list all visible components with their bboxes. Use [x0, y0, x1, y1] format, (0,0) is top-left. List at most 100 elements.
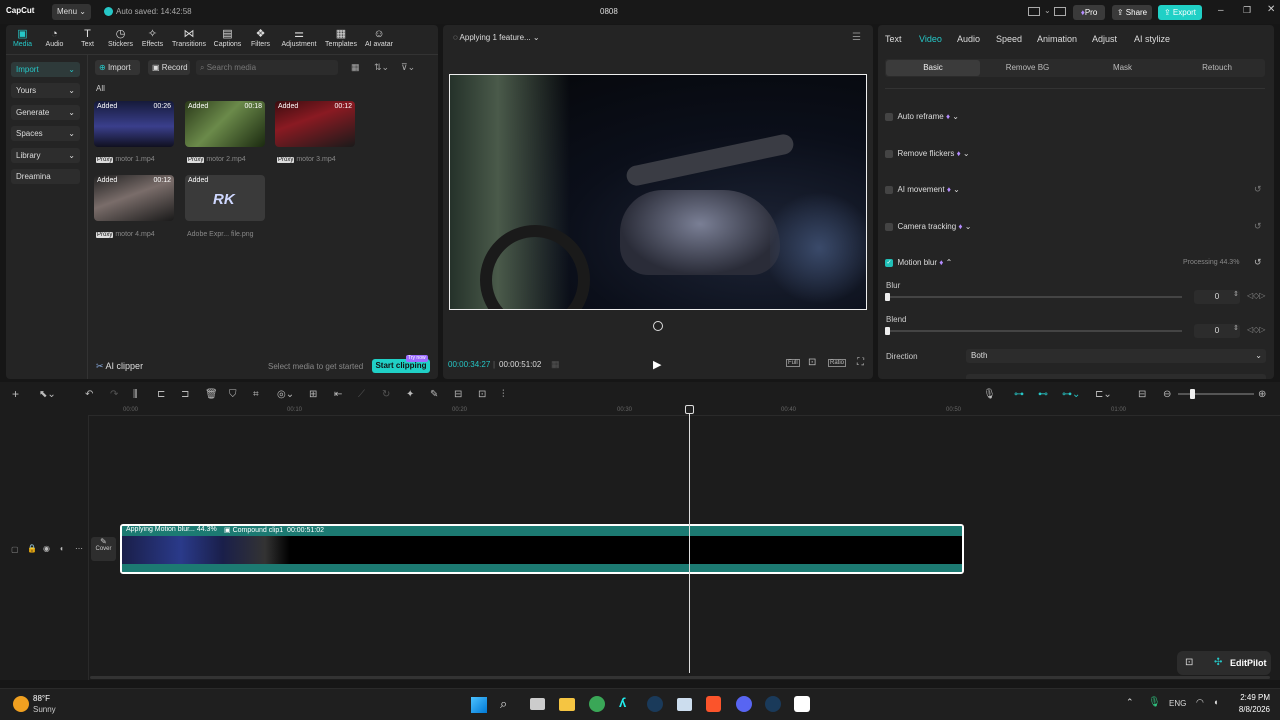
redo-icon[interactable]: ↷ — [110, 389, 118, 400]
windows-start-icon[interactable] — [471, 697, 487, 713]
subtab-remove-bg[interactable]: Remove BG — [980, 60, 1075, 76]
auto-cut-icon[interactable]: ✦ — [406, 389, 414, 400]
rotate-icon[interactable]: ↻ — [382, 389, 390, 400]
reset-icon[interactable]: ↺ — [1254, 184, 1262, 195]
layout-dropdown-icon[interactable]: ⌄ — [1044, 6, 1051, 15]
blur-slider-handle[interactable] — [885, 293, 890, 301]
brave-icon[interactable] — [706, 696, 721, 712]
timeline-scrollbar[interactable] — [90, 676, 1270, 679]
grid-view-icon[interactable]: ▦ — [351, 62, 360, 73]
camera-tracking-checkbox[interactable] — [885, 222, 893, 231]
toolbar-adjustment[interactable]: ⚌ Adjustment — [279, 28, 319, 50]
sidebar-item-dreamina[interactable]: Dreamina — [11, 169, 80, 184]
clock-date[interactable]: 8/8/2026 — [1228, 705, 1270, 714]
track-lock-icon[interactable]: ▢ — [11, 545, 19, 554]
undo-icon[interactable]: ↶ — [85, 389, 93, 400]
keyframe-icon[interactable]: ◁◇▷ — [1247, 291, 1265, 300]
linkage-icon[interactable]: ⊶⌄ — [1062, 389, 1080, 400]
tab-ai-stylize[interactable]: AI stylize — [1134, 34, 1170, 44]
fit-icon[interactable]: ⊟ — [1138, 389, 1146, 400]
preview-axis-icon[interactable]: ⊏⌄ — [1095, 389, 1112, 400]
auto-reframe-checkbox[interactable] — [885, 112, 893, 121]
toolbar-stickers[interactable]: ◷ Stickers — [104, 28, 137, 50]
chrome-icon[interactable] — [589, 696, 605, 712]
player-menu-icon[interactable]: ☰ — [852, 32, 861, 43]
fullscreen-icon[interactable]: ⛶ — [857, 357, 864, 368]
delete-icon[interactable]: 🗑 — [205, 389, 218, 400]
speed-ramp-icon[interactable]: ◎⌄ — [277, 389, 294, 400]
toolbar-ai-avatar[interactable]: ☺ AI avatar — [361, 28, 397, 50]
zoom-in-icon[interactable]: ⊕ — [1258, 389, 1266, 400]
reset-icon[interactable]: ↺ — [1254, 221, 1262, 232]
media-item[interactable]: Added RK — [185, 175, 265, 221]
terminal-icon[interactable]: ʎ — [619, 695, 626, 710]
filter-icon[interactable]: ⊽⌄ — [401, 62, 415, 73]
tab-audio[interactable]: Audio — [957, 34, 980, 44]
blur-stepper-icon[interactable]: ⇕ — [1233, 290, 1239, 298]
lock-icon[interactable]: 🔒 — [27, 544, 37, 553]
media-item[interactable]: Added 00:12 — [275, 101, 355, 147]
discord-icon[interactable] — [736, 696, 752, 712]
media-item[interactable]: Added 00:26 — [94, 101, 174, 147]
toolbar-templates[interactable]: ▦ Templates — [323, 28, 359, 50]
rotate-handle-icon[interactable] — [653, 321, 663, 331]
timecode-grid-icon[interactable]: ▦ — [551, 359, 560, 370]
toolbar-effects[interactable]: ✧ Effects — [136, 28, 169, 50]
weather-icon[interactable] — [13, 696, 29, 712]
menu-button[interactable]: Menu ⌄ — [52, 4, 91, 20]
remove-flickers-row[interactable]: Remove flickers ♦ ⌄ — [885, 149, 970, 158]
minimize-icon[interactable]: – — [1218, 5, 1224, 16]
pro-button[interactable]: ♦Pro — [1073, 5, 1105, 20]
file-explorer-icon[interactable] — [559, 698, 575, 711]
toolbar-media[interactable]: ▣ Media — [6, 28, 39, 50]
steam-icon[interactable] — [647, 696, 663, 712]
video-preview[interactable] — [449, 74, 867, 310]
tab-adjust[interactable]: Adjust — [1092, 34, 1117, 44]
ai-movement-row[interactable]: AI movement ♦ ⌄ — [885, 185, 960, 194]
media-item[interactable]: Added 00:12 — [94, 175, 174, 221]
volume-icon[interactable]: ◖ — [1213, 697, 1218, 707]
language-indicator[interactable]: ENG — [1169, 699, 1186, 708]
reset-icon[interactable]: ↺ — [1254, 257, 1262, 268]
feedback-icon[interactable]: ⊡ — [1185, 657, 1193, 668]
sidebar-item-generate[interactable]: Generate ⌄ — [11, 105, 80, 120]
project-title[interactable]: 0808 — [600, 7, 618, 16]
tab-text[interactable]: Text — [885, 34, 902, 44]
toolbar-transitions[interactable]: ⋈ Transitions — [170, 28, 208, 50]
sidebar-item-spaces[interactable]: Spaces ⌄ — [11, 126, 80, 141]
filter-all[interactable]: All — [96, 84, 105, 93]
tab-video[interactable]: Video — [919, 34, 942, 44]
ratio-button[interactable]: Ratio — [828, 359, 847, 367]
subtab-basic[interactable]: Basic — [886, 60, 980, 76]
next-setting-field[interactable] — [966, 374, 1266, 379]
tab-speed[interactable]: Speed — [996, 34, 1022, 44]
export-button[interactable]: ⇪ Export — [1158, 5, 1202, 20]
direction-select[interactable]: Both ⌄ — [966, 349, 1266, 363]
maximize-icon[interactable]: ❐ — [1243, 5, 1251, 16]
share-button[interactable]: ⇪ Share — [1112, 5, 1152, 20]
subtab-mask[interactable]: Mask — [1075, 60, 1170, 76]
task-view-icon[interactable] — [530, 698, 545, 710]
cover-button[interactable]: ✎ Cover — [91, 537, 116, 561]
sort-icon[interactable]: ⇅⌄ — [374, 62, 389, 73]
toolbar-text[interactable]: T Text — [71, 28, 104, 50]
timeline-ruler[interactable] — [88, 404, 1280, 416]
keyframe-icon[interactable]: ◁◇▷ — [1247, 325, 1265, 334]
toolbar-filters[interactable]: ❖ Filters — [244, 28, 277, 50]
toolbar-audio[interactable]: ◔ Audio — [38, 28, 71, 50]
add-track-icon[interactable]: + — [12, 387, 19, 401]
crop-icon[interactable]: ⌗ — [253, 389, 259, 400]
shield-icon[interactable]: ⛉ — [229, 389, 237, 400]
sidebar-item-import[interactable]: Import ⌄ — [11, 62, 80, 77]
select-tool-icon[interactable]: ⬉⌄ — [39, 389, 56, 400]
import-button[interactable]: ⊕ Import — [95, 60, 140, 75]
tab-animation[interactable]: Animation — [1037, 34, 1077, 44]
tray-chevron-icon[interactable]: ⌃ — [1126, 697, 1134, 708]
playhead[interactable] — [689, 412, 690, 673]
close-icon[interactable]: ✕ — [1267, 4, 1275, 15]
audio-wave-icon[interactable]: ⫶ — [502, 389, 505, 400]
ai-movement-checkbox[interactable] — [885, 185, 893, 194]
blend-slider-handle[interactable] — [885, 327, 890, 335]
eye-icon[interactable]: ◉ — [43, 544, 50, 553]
magic-wand-icon[interactable]: ✎ — [430, 389, 438, 400]
